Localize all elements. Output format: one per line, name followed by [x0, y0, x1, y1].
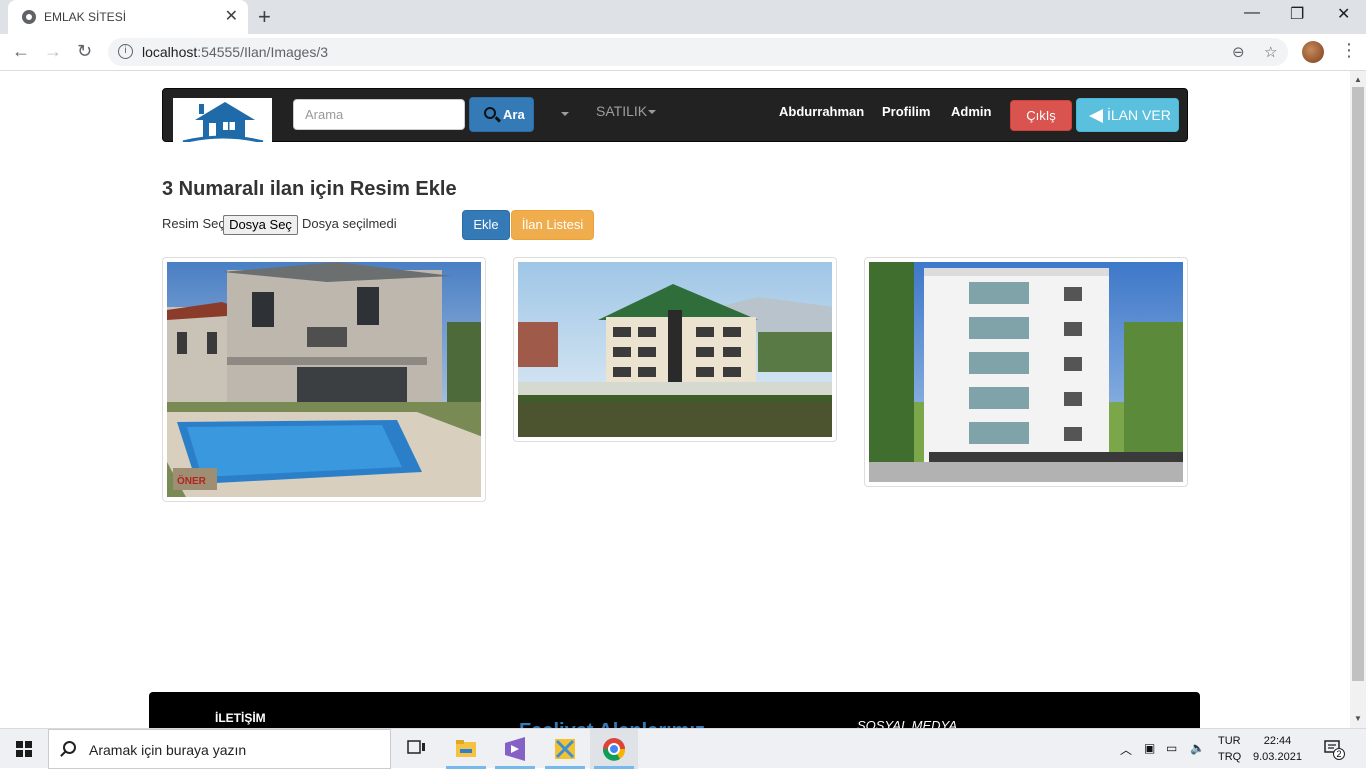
browser-tab-strip: EMLAK SİTESİ ✕ + — ❐ ✕ — [0, 0, 1366, 34]
scroll-down-icon[interactable]: ▼ — [1354, 714, 1362, 723]
windows-taskbar: Aramak için buraya yazın ︿ ▣ ▭ 🔈 TUR TRQ… — [0, 728, 1366, 769]
file-label: Resim Seç — [162, 216, 225, 231]
new-tab-icon[interactable]: + — [258, 4, 271, 30]
notification-icon[interactable]: 2 — [1324, 739, 1345, 760]
profile-avatar[interactable] — [1302, 41, 1324, 63]
footer-center-title: Faaliyet Alanlarımız — [519, 720, 705, 728]
dropdown-caret[interactable] — [561, 112, 569, 116]
globe-icon — [22, 10, 36, 24]
meet-now-icon[interactable]: ▣ — [1144, 741, 1155, 755]
site-logo[interactable] — [173, 98, 272, 144]
url-text: localhost:54555/Ilan/Images/3 — [142, 44, 329, 60]
apartment-photo — [518, 262, 832, 437]
task-view-icon[interactable] — [392, 729, 440, 769]
file-status: Dosya seçilmedi — [302, 216, 397, 231]
volume-icon[interactable]: 🔈 — [1190, 741, 1205, 755]
building-render-photo — [869, 262, 1183, 482]
listing-image-1[interactable]: ÖNER — [162, 257, 486, 502]
browser-menu-icon[interactable]: ⋮ — [1340, 40, 1358, 61]
browser-tab[interactable]: EMLAK SİTESİ ✕ — [8, 0, 248, 34]
search-input[interactable]: Arama — [293, 99, 465, 130]
back-icon[interactable]: ← — [12, 41, 30, 62]
language-indicator[interactable]: TUR TRQ — [1218, 733, 1241, 765]
windows-start-icon[interactable] — [16, 741, 32, 757]
user-link[interactable]: Abdurrahman — [779, 104, 864, 119]
window-close-icon[interactable]: ✕ — [1337, 4, 1350, 24]
battery-icon[interactable]: ▭ — [1166, 741, 1177, 755]
listing-image-2[interactable] — [513, 257, 837, 442]
taskbar-search-input[interactable]: Aramak için buraya yazın — [48, 729, 391, 769]
page-title: 3 Numaralı ilan için Resim Ekle — [162, 178, 457, 200]
search-button[interactable]: Ara — [469, 97, 534, 132]
taskbar-clock[interactable]: 22:44 9.03.2021 — [1253, 733, 1302, 765]
tool-app-icon[interactable] — [541, 729, 589, 769]
browser-toolbar: ← → ↻ i localhost:54555/Ilan/Images/3 ⊖ … — [0, 34, 1366, 71]
tray-chevron-icon[interactable]: ︿ — [1120, 741, 1132, 758]
reload-icon[interactable]: ↻ — [77, 41, 92, 62]
admin-link[interactable]: Admin — [951, 104, 991, 119]
site-footer: İLETİŞİM Faaliyet Alanlarımız SOSYAL MED… — [149, 692, 1200, 728]
tab-title: EMLAK SİTESİ — [44, 10, 127, 24]
notification-count: 2 — [1333, 748, 1345, 760]
logout-button[interactable]: ÇıkIş — [1010, 100, 1072, 131]
site-info-icon[interactable]: i — [118, 44, 133, 59]
listing-image-3[interactable] — [864, 257, 1188, 487]
page-viewport: Arama Ara SATILIK Abdurrahman Profilim A… — [0, 71, 1350, 728]
villa-photo: ÖNER — [167, 262, 481, 497]
footer-contact-title: İLETİŞİM — [215, 711, 266, 725]
scrollbar-thumb[interactable] — [1352, 87, 1364, 681]
satilik-dropdown[interactable]: SATILIK — [596, 103, 657, 119]
photo-watermark: ÖNER — [177, 474, 207, 487]
forward-icon[interactable]: → — [44, 41, 62, 62]
address-bar[interactable]: i localhost:54555/Ilan/Images/3 ⊖ ☆ — [108, 38, 1288, 66]
chrome-icon[interactable] — [590, 729, 638, 769]
file-choose-button[interactable]: Dosya Seç — [223, 215, 298, 235]
bookmark-star-icon[interactable]: ☆ — [1264, 43, 1277, 61]
footer-social-title: SOSYAL MEDYA — [857, 718, 958, 728]
post-ad-button[interactable]: İLAN VER — [1076, 98, 1179, 132]
close-tab-icon[interactable]: ✕ — [225, 6, 238, 26]
megaphone-icon — [1089, 109, 1103, 124]
file-explorer-icon[interactable] — [442, 729, 490, 769]
minimize-icon[interactable]: — — [1244, 4, 1260, 22]
chevron-down-icon — [648, 110, 657, 115]
restore-icon[interactable]: ❐ — [1290, 4, 1304, 24]
visual-studio-icon[interactable] — [491, 729, 539, 769]
add-button[interactable]: Ekle — [462, 210, 510, 240]
profile-link[interactable]: Profilim — [882, 104, 930, 119]
site-navbar: Arama Ara SATILIK Abdurrahman Profilim A… — [162, 88, 1188, 144]
search-icon — [484, 107, 496, 119]
search-icon — [63, 741, 76, 754]
zoom-icon[interactable]: ⊖ — [1232, 43, 1245, 61]
listing-list-button[interactable]: İlan Listesi — [511, 210, 594, 240]
scroll-up-icon[interactable]: ▲ — [1354, 75, 1362, 84]
page-scrollbar[interactable]: ▲ ▼ — [1350, 71, 1366, 728]
